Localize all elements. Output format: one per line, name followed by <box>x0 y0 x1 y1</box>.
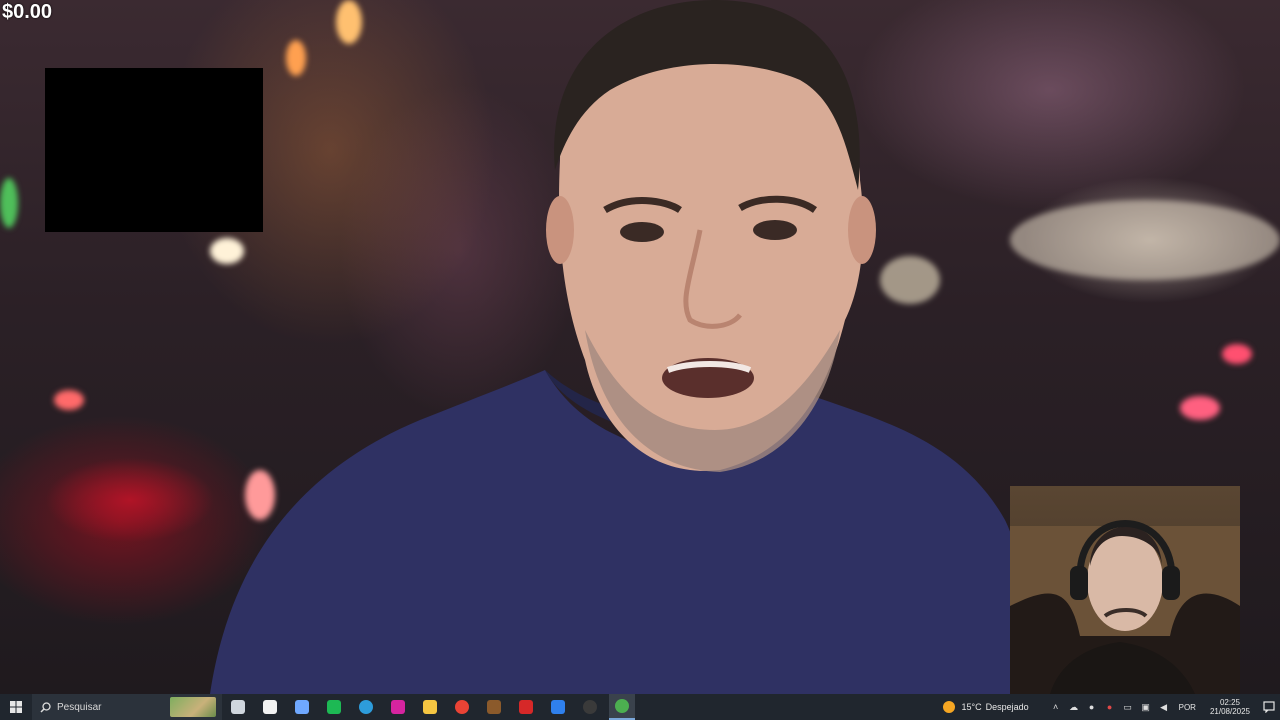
minecraft-icon <box>487 700 501 714</box>
cloud-icon[interactable]: ☁ <box>1067 700 1081 714</box>
file-explorer-icon <box>423 700 437 714</box>
capcut-icon <box>263 700 277 714</box>
chrome-icon <box>455 700 469 714</box>
chrome-dev-icon <box>615 699 629 713</box>
taskbar-app-button[interactable] <box>225 694 251 720</box>
taskbar-app-button[interactable] <box>481 694 507 720</box>
black-overlay-box <box>45 68 263 232</box>
edge-icon <box>359 700 373 714</box>
taskbar-app-button[interactable] <box>545 694 571 720</box>
network-icon[interactable]: ▭ <box>1121 700 1135 714</box>
display-icon[interactable]: ▣ <box>1139 700 1153 714</box>
search-label: Pesquisar <box>57 701 102 713</box>
clock-date: 21/08/2025 <box>1209 707 1250 716</box>
donation-amount: $0.00 <box>2 1 53 23</box>
weather-widget[interactable]: 15°C Despejado <box>943 701 1032 713</box>
system-tray: 15°C Despejado ˄ ☁ ● ● ▭ ▣ ◀ POR 02:25 2… <box>943 694 1280 720</box>
taskbar-app-button[interactable] <box>353 694 379 720</box>
taskbar-app-button[interactable] <box>609 694 635 720</box>
taskbar-app-button[interactable] <box>385 694 411 720</box>
webcam-overlay <box>1010 486 1240 694</box>
taskbar-app-button[interactable] <box>417 694 443 720</box>
search-highlight-image <box>170 697 216 717</box>
taskbar-app-button[interactable] <box>289 694 315 720</box>
notification-icon <box>1263 701 1275 713</box>
clock[interactable]: 02:25 21/08/2025 <box>1210 698 1250 716</box>
taskbar-app-button[interactable] <box>577 694 603 720</box>
taskbar: Pesquisar 15°C Despejado ˄ ☁ ● ● ▭ ▣ ◀ P… <box>0 694 1280 720</box>
weather-temperature: 15°C <box>961 702 982 712</box>
weather-icon <box>943 701 956 713</box>
streamer-illustration <box>1010 520 1240 694</box>
app-red-icon <box>519 700 533 714</box>
taskbar-search[interactable]: Pesquisar <box>32 694 222 720</box>
notification-button[interactable] <box>1258 694 1280 720</box>
windows-icon <box>10 701 22 713</box>
record-icon[interactable]: ● <box>1103 700 1117 714</box>
start-button[interactable] <box>0 694 32 720</box>
taskbar-app-button[interactable] <box>513 694 539 720</box>
clock-time: 02:25 <box>1219 698 1240 707</box>
language-indicator[interactable]: POR <box>1179 703 1196 712</box>
copilot-icon <box>295 700 309 714</box>
spotify-icon <box>327 700 341 714</box>
trello-icon <box>551 700 565 714</box>
microphone-icon[interactable]: ● <box>1085 700 1099 714</box>
chevron-up-icon[interactable]: ˄ <box>1049 700 1063 714</box>
task-view-icon <box>231 700 245 714</box>
instagram-icon <box>391 700 405 714</box>
weather-condition: Despejado <box>985 702 1029 712</box>
taskbar-app-button[interactable] <box>257 694 283 720</box>
volume-icon[interactable]: ◀ <box>1157 700 1171 714</box>
search-icon <box>40 701 51 713</box>
taskbar-apps <box>222 694 638 720</box>
taskbar-app-button[interactable] <box>449 694 475 720</box>
obs-icon <box>583 700 597 714</box>
taskbar-app-button[interactable] <box>321 694 347 720</box>
